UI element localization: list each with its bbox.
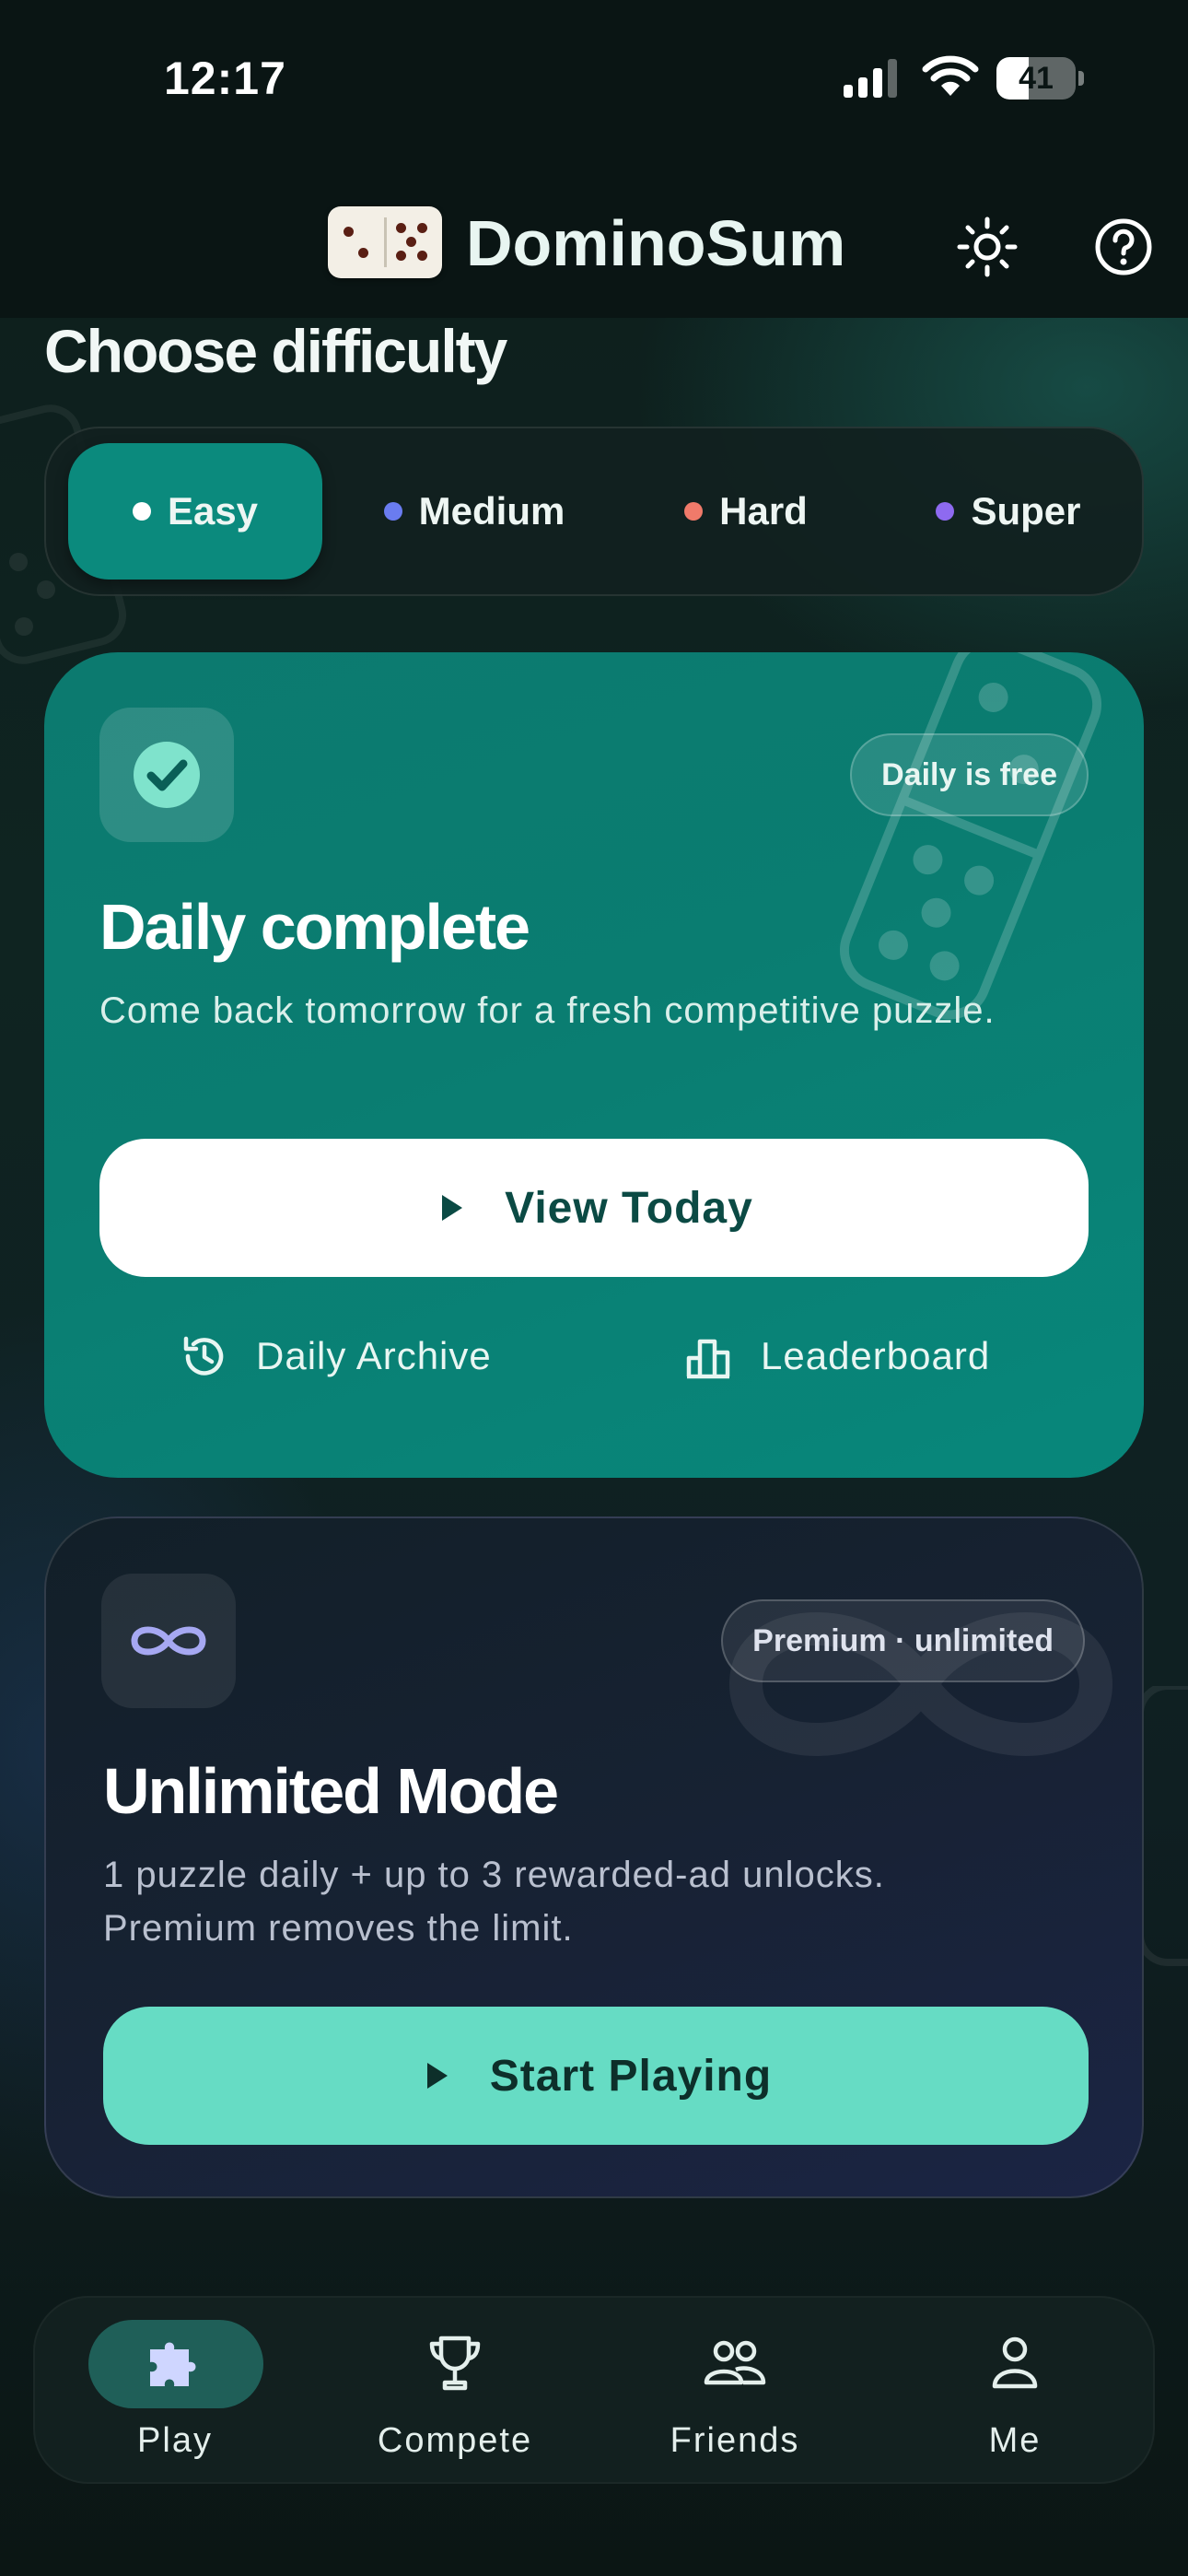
nav-tab-play[interactable]: Play xyxy=(74,2320,276,2467)
difficulty-label: Hard xyxy=(719,489,808,533)
daily-card-description: Come back tomorrow for a fresh competiti… xyxy=(99,990,996,1031)
leaderboard-podium-icon xyxy=(686,1339,730,1379)
history-icon xyxy=(183,1336,224,1376)
difficulty-title: Choose difficulty xyxy=(44,317,507,385)
infinity-tile xyxy=(101,1574,236,1708)
daily-card-title: Daily complete xyxy=(99,891,530,963)
infinity-icon xyxy=(131,1626,206,1656)
nav-label-friends: Friends xyxy=(670,2421,800,2460)
view-today-label: View Today xyxy=(505,1183,753,1233)
unlimited-card: Premium · unlimited Unlimited Mode 1 puz… xyxy=(44,1516,1144,2198)
difficulty-dot xyxy=(383,502,402,521)
difficulty-dot xyxy=(132,502,151,521)
difficulty-option-super[interactable]: Super xyxy=(884,443,1133,580)
start-playing-label: Start Playing xyxy=(489,2051,773,2101)
battery-level-text: 41 xyxy=(1019,61,1054,96)
status-time: 12:17 xyxy=(164,53,286,104)
nav-tab-friends[interactable]: Friends xyxy=(634,2320,836,2467)
domino-logo-icon xyxy=(328,206,442,278)
difficulty-option-medium[interactable]: Medium xyxy=(341,443,608,580)
cellular-signal-icon xyxy=(844,59,897,98)
premium-unlimited-badge: Premium · unlimited xyxy=(721,1599,1085,1682)
battery-indicator: 41 xyxy=(996,57,1085,100)
app-title: DominoSum xyxy=(466,207,846,279)
puzzle-icon xyxy=(150,2342,196,2386)
daily-free-badge: Daily is free xyxy=(850,733,1089,816)
check-tile xyxy=(99,708,234,842)
nav-label-me: Me xyxy=(988,2421,1042,2460)
difficulty-option-easy[interactable]: Easy xyxy=(68,443,322,580)
nav-label-play: Play xyxy=(137,2421,213,2460)
difficulty-label: Super xyxy=(971,489,1081,533)
unlimited-card-title: Unlimited Mode xyxy=(103,1755,559,1827)
daily-archive-link[interactable]: Daily Archive xyxy=(179,1330,492,1382)
difficulty-label: Medium xyxy=(418,489,565,533)
app-header: DominoSum xyxy=(0,193,1188,286)
status-bar: 12:17 41 xyxy=(0,0,1188,157)
friends-icon xyxy=(704,2340,766,2385)
trophy-icon xyxy=(429,2336,481,2391)
unlimited-card-description: 1 puzzle daily + up to 3 rewarded-ad unl… xyxy=(103,1855,885,1949)
help-question-icon[interactable] xyxy=(1090,214,1157,280)
difficulty-dot xyxy=(936,502,955,521)
nav-label-compete: Compete xyxy=(377,2421,533,2460)
daily-archive-label: Daily Archive xyxy=(256,1334,492,1377)
play-icon xyxy=(426,2063,448,2089)
bottom-navigation: Play Compete Friends Me xyxy=(33,2296,1155,2484)
nav-tab-compete[interactable]: Compete xyxy=(354,2320,556,2467)
nav-tab-me[interactable]: Me xyxy=(914,2320,1116,2467)
decorative-domino-icon xyxy=(839,652,1102,1020)
play-icon xyxy=(442,1195,463,1221)
checkmark-circle-icon xyxy=(134,742,200,808)
leaderboard-link[interactable]: Leaderboard xyxy=(683,1330,990,1382)
start-playing-button[interactable]: Start Playing xyxy=(103,2007,1089,2145)
wifi-icon xyxy=(922,55,979,96)
person-icon xyxy=(992,2336,1038,2389)
daily-card: Daily is free Daily complete Come back t… xyxy=(44,652,1144,1478)
difficulty-selector: Easy Medium Hard Super xyxy=(44,427,1144,596)
difficulty-dot xyxy=(684,502,704,521)
theme-toggle-sun-icon[interactable] xyxy=(954,214,1020,280)
view-today-button[interactable]: View Today xyxy=(99,1139,1089,1277)
difficulty-option-hard[interactable]: Hard xyxy=(626,443,866,580)
difficulty-label: Easy xyxy=(167,489,259,533)
leaderboard-label: Leaderboard xyxy=(761,1334,991,1377)
